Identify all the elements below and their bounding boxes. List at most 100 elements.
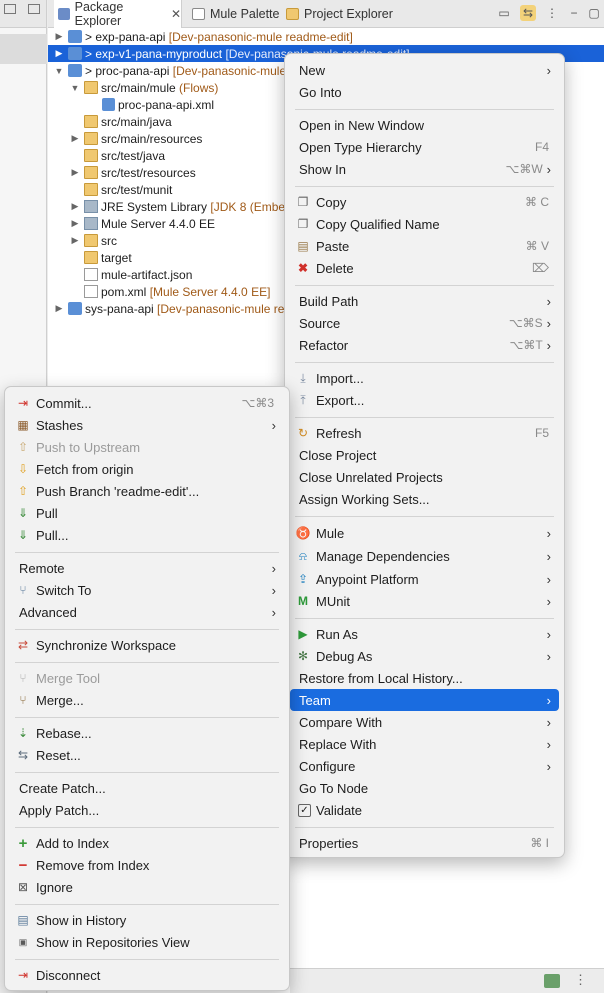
team-item-pull[interactable]: ⇓ Pull xyxy=(10,502,284,524)
team-item-push-branch[interactable]: ⇧ Push Branch 'readme-edit'... xyxy=(10,480,284,502)
tree-row-src-test-resources[interactable]: ▶ src/test/resources xyxy=(48,164,196,181)
menu-item-copy[interactable]: ❐ Copy ⌘ C xyxy=(290,191,559,213)
menu-item-compare-with[interactable]: Compare With › xyxy=(290,711,559,733)
menu-item-paste[interactable]: ▤ Paste ⌘ V xyxy=(290,235,559,257)
menu-item-validate[interactable]: ✓ Validate xyxy=(290,799,559,821)
menu-item-close-unrelated-projects[interactable]: Close Unrelated Projects xyxy=(290,466,559,488)
tree-row-jre-system-library[interactable]: ▶ JRE System Library [JDK 8 (Embed xyxy=(48,198,292,215)
tree-row-sys-pana-api[interactable]: ▶ sys-pana-api [Dev-panasonic-mule re xyxy=(48,300,285,317)
status-menu-icon[interactable]: ⋮ xyxy=(574,972,587,988)
team-item-ignore[interactable]: ⊠ Ignore xyxy=(10,876,284,898)
menu-item-new[interactable]: New › xyxy=(290,59,559,81)
menu-item-refresh[interactable]: ↻ Refresh F5 xyxy=(290,422,559,444)
team-item-show-in-repositories-view[interactable]: ▣ Show in Repositories View xyxy=(10,931,284,953)
tree-row-mule-server[interactable]: ▶ Mule Server 4.4.0 EE xyxy=(48,215,216,232)
menu-item-refactor[interactable]: Refactor ⌥⌘T › xyxy=(290,334,559,356)
menu-item-import[interactable]: ⤓ Import... xyxy=(290,367,559,389)
package-explorer-icon xyxy=(58,8,70,20)
source-folder-icon xyxy=(84,166,98,179)
menu-item-build-path[interactable]: Build Path › xyxy=(290,290,559,312)
rebase-icon: ⇣ xyxy=(17,726,29,740)
team-item-add-to-index[interactable]: + Add to Index xyxy=(10,832,284,854)
menu-item-team[interactable]: Team › xyxy=(290,689,559,711)
team-item-merge[interactable]: ⑂ Merge... xyxy=(10,689,284,711)
menu-item-close-project[interactable]: Close Project xyxy=(290,444,559,466)
context-menu: New › Go Into Open in New Window Open Typ… xyxy=(284,53,565,858)
menu-item-debug-as[interactable]: ✻ Debug As › xyxy=(290,645,559,667)
team-item-pull-dialog[interactable]: ⇓ Pull... xyxy=(10,524,284,546)
team-item-commit[interactable]: ⇥ Commit... ⌥⌘3 xyxy=(10,392,284,414)
menu-item-source[interactable]: Source ⌥⌘S › xyxy=(290,312,559,334)
team-item-stashes[interactable]: ▦ Stashes › xyxy=(10,414,284,436)
menu-item-open-type-hierarchy[interactable]: Open Type Hierarchy F4 xyxy=(290,136,559,158)
tab-project-explorer[interactable]: Project Explorer xyxy=(286,0,414,28)
merge-tool-icon: ⑂ xyxy=(19,671,27,685)
menu-item-mule[interactable]: ♉ Mule › xyxy=(290,522,559,544)
team-item-merge-tool[interactable]: ⑂ Merge Tool xyxy=(10,667,284,689)
status-indicator-icon[interactable] xyxy=(544,974,560,988)
tree-row-src-test-munit[interactable]: src/test/munit xyxy=(48,181,172,198)
left-strip-toolbar xyxy=(0,0,46,28)
team-item-create-patch[interactable]: Create Patch... xyxy=(10,777,284,799)
menu-item-run-as[interactable]: ▶ Run As › xyxy=(290,623,559,645)
tab-mule-palette[interactable]: Mule Palette xyxy=(192,0,280,28)
checkbox-checked-icon[interactable]: ✓ xyxy=(298,803,311,817)
synchronize-icon: ⇄ xyxy=(17,638,29,652)
menu-item-go-to-node[interactable]: Go To Node xyxy=(290,777,559,799)
team-item-synchronize-workspace[interactable]: ⇄ Synchronize Workspace xyxy=(10,634,284,656)
collapse-all-icon[interactable]: ▭ xyxy=(496,5,512,21)
tree-row-src-main-resources[interactable]: ▶ src/main/resources xyxy=(48,130,203,147)
tree-row-mule-artifact-json[interactable]: mule-artifact.json xyxy=(48,266,192,283)
menu-item-assign-working-sets[interactable]: Assign Working Sets... xyxy=(290,488,559,510)
tab-label: Package Explorer xyxy=(74,0,124,28)
menu-item-copy-qualified-name[interactable]: ❐ Copy Qualified Name xyxy=(290,213,559,235)
tree-row-proc-pana-api-xml[interactable]: proc-pana-api.xml xyxy=(48,96,214,113)
folder-icon xyxy=(84,234,98,247)
menu-item-delete[interactable]: ✖ Delete ⌦ xyxy=(290,257,559,279)
team-item-remove-from-index[interactable]: − Remove from Index xyxy=(10,854,284,876)
tab-package-explorer[interactable]: Package Explorer ✕ xyxy=(54,0,182,28)
tree-row-pom-xml[interactable]: pom.xml [Mule Server 4.4.0 EE] xyxy=(48,283,270,300)
maximize-icon[interactable] xyxy=(28,4,40,14)
minimize-view-icon[interactable]: − xyxy=(566,5,582,21)
menu-item-anypoint-platform[interactable]: ⇪ Anypoint Platform › xyxy=(290,568,559,590)
team-item-push-to-upstream[interactable]: ⇧ Push to Upstream xyxy=(10,436,284,458)
menu-item-configure[interactable]: Configure › xyxy=(290,755,559,777)
tree-row-src-main-mule[interactable]: ▼ src/main/mule (Flows) xyxy=(48,79,219,96)
team-item-rebase[interactable]: ⇣ Rebase... xyxy=(10,722,284,744)
menu-item-go-into[interactable]: Go Into xyxy=(290,81,559,103)
team-item-switch-to[interactable]: ⑂ Switch To › xyxy=(10,579,284,601)
team-item-disconnect[interactable]: ⇥ Disconnect xyxy=(10,964,284,986)
team-item-fetch-from-origin[interactable]: ⇩ Fetch from origin xyxy=(10,458,284,480)
pull-dialog-icon: ⇓ xyxy=(17,528,29,542)
menu-item-export[interactable]: ⤒ Export... xyxy=(290,389,559,411)
menu-item-munit[interactable]: M MUnit › xyxy=(290,590,559,612)
tab-label: Mule Palette xyxy=(210,7,280,21)
close-icon[interactable]: ✕ xyxy=(171,7,181,21)
maximize-view-icon[interactable]: ▢ xyxy=(586,5,602,21)
team-item-remote[interactable]: Remote › xyxy=(10,557,284,579)
link-with-editor-icon[interactable]: ⇆ xyxy=(520,5,536,21)
push-icon: ⇧ xyxy=(17,440,29,454)
tree-row-exp-pana-api[interactable]: ▶ > exp-pana-api [Dev-panasonic-mule rea… xyxy=(48,28,353,45)
tree-row-target[interactable]: target xyxy=(48,249,132,266)
team-item-reset[interactable]: ⇆ Reset... xyxy=(10,744,284,766)
tree-row-proc-pana-api[interactable]: ▼ > proc-pana-api [Dev-panasonic-mule xyxy=(48,62,287,79)
menu-item-replace-with[interactable]: Replace With › xyxy=(290,733,559,755)
menu-item-show-in[interactable]: Show In ⌥⌘W › xyxy=(290,158,559,180)
reset-icon: ⇆ xyxy=(17,748,29,762)
tree-row-src-test-java[interactable]: src/test/java xyxy=(48,147,165,164)
team-item-apply-patch[interactable]: Apply Patch... xyxy=(10,799,284,821)
tree-row-src-main-java[interactable]: src/main/java xyxy=(48,113,172,130)
team-item-show-in-history[interactable]: ▤ Show in History xyxy=(10,909,284,931)
view-menu-icon[interactable]: ⋮ xyxy=(544,5,560,21)
minimize-icon[interactable] xyxy=(4,4,16,14)
tree-row-src[interactable]: ▶ src xyxy=(48,232,117,249)
delete-icon: ✖ xyxy=(297,261,309,275)
team-item-advanced[interactable]: Advanced › xyxy=(10,601,284,623)
menu-item-restore-local-history[interactable]: Restore from Local History... xyxy=(290,667,559,689)
copy-icon: ❐ xyxy=(297,195,309,209)
menu-item-open-in-new-window[interactable]: Open in New Window xyxy=(290,114,559,136)
menu-item-properties[interactable]: Properties ⌘ I xyxy=(290,832,559,854)
menu-item-manage-dependencies[interactable]: ⍾ Manage Dependencies › xyxy=(290,545,559,567)
